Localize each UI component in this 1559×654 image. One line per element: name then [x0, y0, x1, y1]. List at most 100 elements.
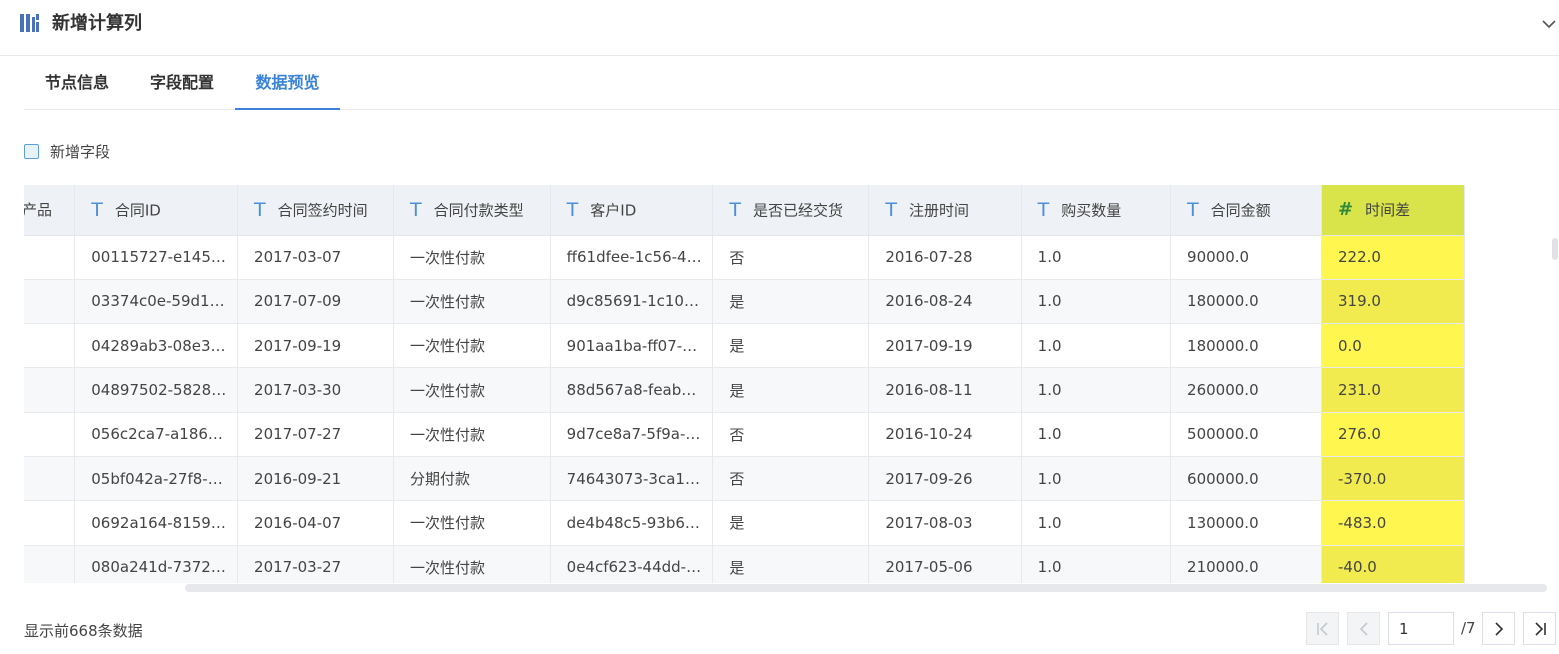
table-header-row: 产品 T 合同ID T 合同签约时间 T 合同付款类型 T 客户ID T 是否已经交货 T… [24, 185, 1466, 236]
text-type-icon: T [254, 198, 266, 221]
table-cell: 88d567a8-feab… [550, 367, 714, 413]
table-cell: 319.0 [1320, 279, 1466, 325]
horizontal-scrollbar[interactable] [185, 584, 1547, 592]
table-cell: 90000.0 [1170, 235, 1322, 280]
table-cell: 1.0 [1021, 412, 1172, 457]
text-type-icon: T [409, 198, 422, 221]
table-cell: 276.0 [1320, 412, 1466, 457]
column-header-sign-date[interactable]: T 合同签约时间 [237, 185, 394, 236]
table-cell: 600000.0 [1170, 456, 1322, 502]
table-cell [24, 412, 76, 457]
prev-page-button[interactable] [1347, 612, 1380, 645]
column-header-customer-id[interactable]: T 客户ID [550, 185, 714, 236]
table-cell: 2017-09-19 [237, 323, 394, 369]
add-field-toggle[interactable]: 新增字段 [24, 140, 110, 162]
table-cell: 一次性付款 [393, 235, 551, 280]
table-cell: de4b48c5-93b6… [550, 500, 714, 546]
panel-title: 新增计算列 [52, 13, 142, 34]
column-header-product[interactable]: 产品 [24, 185, 76, 236]
table-cell: 2016-10-24 [868, 412, 1022, 457]
table-cell: 2017-07-27 [237, 412, 394, 457]
column-header-amount[interactable]: T 合同金额 [1170, 185, 1322, 236]
table-cell: 0.0 [1320, 323, 1466, 369]
chevron-right-icon [1495, 622, 1504, 636]
table-cell: 1.0 [1021, 500, 1172, 546]
table-cell: 130000.0 [1170, 500, 1322, 546]
table-cell [24, 235, 76, 280]
next-page-button[interactable] [1482, 612, 1515, 645]
text-type-icon: T [91, 198, 103, 221]
table-cell: 04289ab3-08e3… [74, 323, 239, 369]
number-type-icon: # [1337, 199, 1354, 221]
table-cell: 2017-07-09 [237, 279, 394, 325]
table-cell: 否 [712, 412, 870, 457]
chevron-down-icon[interactable] [1540, 14, 1558, 34]
table-cell: 0e4cf623-44dd-… [550, 545, 714, 583]
table-cell: 是 [712, 323, 870, 369]
table-cell: 分期付款 [393, 456, 551, 502]
page-total: /7 [1461, 619, 1476, 637]
column-header-register-date[interactable]: T 注册时间 [868, 185, 1022, 236]
table-cell: 是 [712, 279, 870, 325]
table-cell: 231.0 [1320, 367, 1466, 413]
table-cell: 否 [712, 235, 870, 280]
text-type-icon: T [566, 198, 579, 221]
table-cell: d9c85691-1c10… [550, 279, 714, 325]
table-cell: 2016-09-21 [237, 456, 394, 502]
table-cell: 901aa1ba-ff07-… [550, 323, 714, 369]
table-cell: 2017-08-03 [868, 500, 1022, 546]
table-columns-icon [20, 14, 40, 32]
text-type-icon: T [1187, 198, 1199, 221]
column-header-quantity[interactable]: T 购买数量 [1021, 185, 1172, 236]
table-cell: 2016-07-28 [868, 235, 1022, 280]
table-cell [24, 545, 76, 583]
column-header-delivered[interactable]: T 是否已经交货 [712, 185, 870, 236]
table-cell: 一次性付款 [393, 545, 551, 583]
table-cell: 一次性付款 [393, 323, 551, 369]
table-row: 080a241d-7372… 2017-03-27 一次性付款 0e4cf623-44… [24, 545, 1466, 583]
table-cell: 180000.0 [1170, 279, 1322, 325]
table-cell: 210000.0 [1170, 545, 1322, 583]
table-cell: 2017-05-06 [868, 545, 1022, 583]
table-cell [24, 367, 76, 413]
table-cell: -370.0 [1320, 456, 1466, 502]
vertical-scrollbar[interactable] [1552, 238, 1558, 260]
column-header-payment-type[interactable]: T 合同付款类型 [393, 185, 551, 236]
table-cell: 一次性付款 [393, 367, 551, 413]
column-header-contract-id[interactable]: T 合同ID [74, 185, 239, 236]
panel-header: 新增计算列 [0, 0, 1559, 56]
table-row: 00115727-e145… 2017-03-07 一次性付款 ff61dfee-1c… [24, 235, 1466, 280]
table-row: 05bf042a-27f8-… 2016-09-21 分期付款 74643073-3c… [24, 456, 1466, 502]
page-number-input[interactable] [1388, 612, 1454, 645]
column-header-time-diff[interactable]: # 时间差 [1320, 185, 1466, 236]
last-page-icon [1535, 622, 1546, 636]
table-cell: ff61dfee-1c56-4… [550, 235, 714, 280]
table-cell [24, 500, 76, 546]
table-cell: 00115727-e145… [74, 235, 239, 280]
first-page-button[interactable] [1306, 612, 1339, 645]
table-cell: 2016-08-11 [868, 367, 1022, 413]
tab-data-preview[interactable]: 数据预览 [235, 57, 340, 110]
table-cell: 2017-03-27 [237, 545, 394, 583]
table-cell [24, 279, 76, 325]
last-page-button[interactable] [1523, 612, 1556, 645]
tab-node-info[interactable]: 节点信息 [45, 57, 109, 110]
first-page-icon [1317, 622, 1328, 636]
table-cell: 056c2ca7-a186… [74, 412, 239, 457]
table-cell: 2016-04-07 [237, 500, 394, 546]
table-row: 0692a164-8159… 2016-04-07 一次性付款 de4b48c5-93… [24, 500, 1466, 546]
add-field-label: 新增字段 [50, 142, 111, 161]
text-type-icon: T [1037, 198, 1050, 221]
table-cell [24, 323, 76, 369]
table-cell: 1.0 [1021, 367, 1172, 413]
table-row: 04897502-5828… 2017-03-30 一次性付款 88d567a8-fe… [24, 367, 1466, 413]
add-field-checkbox[interactable] [24, 143, 39, 159]
table-cell: -483.0 [1320, 500, 1466, 546]
table-cell: 否 [712, 456, 870, 502]
table-cell: 一次性付款 [393, 500, 551, 546]
table-cell: 1.0 [1021, 323, 1172, 369]
table-cell: 1.0 [1021, 456, 1172, 502]
table-cell: 是 [712, 545, 870, 583]
tab-field-config[interactable]: 字段配置 [150, 57, 214, 110]
table-cell: 1.0 [1021, 545, 1172, 583]
